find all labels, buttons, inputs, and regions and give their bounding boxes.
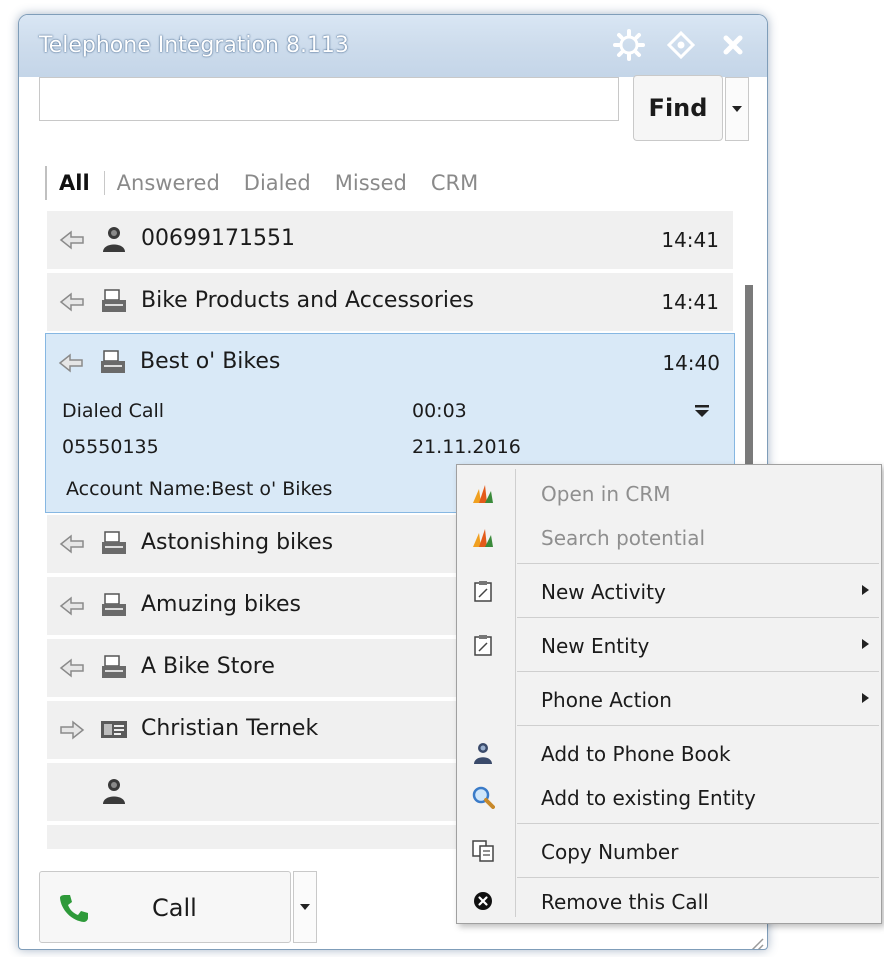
call-filter-tabs: All Answered Dialed Missed CRM [45,165,490,201]
phone-icon [60,895,88,922]
call-row[interactable]: 00699171551 14:41 [47,211,733,270]
tab-answered[interactable]: Answered [103,171,232,195]
menu-item-phone-action[interactable]: Phone Action [457,677,879,721]
tab-missed[interactable]: Missed [323,171,419,195]
contact-person-icon [474,743,492,764]
submenu-arrow-icon [862,639,869,649]
menu-item-open-in-crm[interactable]: Open in CRM [457,471,879,515]
menu-item-new-activity[interactable]: New Activity [457,569,879,613]
submenu-arrow-icon [862,585,869,595]
incoming-call-arrow-icon [59,292,84,312]
call-row-name: Christian Ternek [141,716,319,741]
call-options-dropdown[interactable] [293,871,317,943]
submenu-arrow-icon [862,693,869,703]
incoming-call-arrow-icon [59,658,84,678]
copy-icon [472,840,494,862]
account-icon [102,655,126,678]
menu-separator [517,823,879,824]
pin-icon[interactable] [663,27,699,63]
search-input[interactable] [39,77,619,121]
account-icon [102,531,126,554]
call-button[interactable]: Call [39,871,291,943]
title-bar[interactable]: Telephone Integration 8.113 [19,15,767,77]
menu-item-search-potential[interactable]: Search potential [457,515,879,559]
call-number: 05550135 [62,436,159,458]
account-icon [101,350,125,373]
call-row-name: Best o' Bikes [140,349,281,374]
menu-separator [517,617,879,618]
menu-item-add-to-existing-entity[interactable]: Add to existing Entity [457,775,879,819]
dynamics-crm-icon [473,529,493,547]
remove-circle-icon [474,892,492,910]
call-date: 21.11.2016 [412,436,521,458]
menu-item-copy-number[interactable]: Copy Number [457,829,879,873]
call-type: Dialed Call [62,400,165,422]
menu-separator [517,877,879,878]
call-row[interactable]: Bike Products and Accessories 14:41 [47,273,733,332]
clipboard-icon [474,635,492,656]
incoming-call-arrow-icon [59,230,84,250]
outgoing-call-arrow-icon [60,720,85,740]
call-row-name: Amuzing bikes [141,592,302,617]
call-row-name: 00699171551 [141,226,295,251]
incoming-call-arrow-icon [58,353,83,373]
resize-grip-icon[interactable] [747,935,765,950]
account-name: Account Name:Best o' Bikes [66,478,333,500]
chevron-down-icon [732,106,742,112]
call-button-label: Call [152,894,197,922]
chevron-down-icon [300,904,310,910]
call-row-name: Bike Products and Accessories [141,288,474,313]
contact-person-icon [103,227,125,252]
find-button[interactable]: Find [633,75,723,141]
clipboard-icon [474,581,492,602]
account-icon [102,289,126,312]
dynamics-crm-icon [473,485,493,503]
window-title: Telephone Integration 8.113 [39,33,349,58]
tab-all[interactable]: All [47,171,104,195]
find-button-label: Find [648,94,708,122]
settings-icon[interactable] [611,27,647,63]
menu-item-new-entity[interactable]: New Entity [457,623,879,667]
menu-separator [517,725,879,726]
contact-card-icon [101,721,127,738]
call-row-time: 14:41 [661,228,719,252]
find-options-dropdown[interactable] [725,77,749,141]
account-icon [102,593,126,616]
incoming-call-arrow-icon [59,596,84,616]
tab-dialed[interactable]: Dialed [232,171,323,195]
expand-details-icon[interactable] [694,404,710,418]
contact-person-icon [103,779,125,804]
call-row-time: 14:41 [661,290,719,314]
call-duration: 00:03 [412,400,467,422]
menu-item-add-to-phone-book[interactable]: Add to Phone Book [457,731,879,775]
call-row-name: A Bike Store [141,654,275,679]
incoming-call-arrow-icon [59,534,84,554]
call-row-time: 14:40 [662,351,720,375]
call-context-menu: Open in CRM Search potential New Activit… [456,464,882,924]
menu-separator [517,671,879,672]
magnifier-icon [472,786,495,809]
menu-item-remove-this-call[interactable]: Remove this Call [457,879,879,923]
tab-crm[interactable]: CRM [419,171,490,195]
menu-separator [517,563,879,564]
call-row-name: Astonishing bikes [141,530,334,555]
close-icon[interactable] [715,27,751,63]
